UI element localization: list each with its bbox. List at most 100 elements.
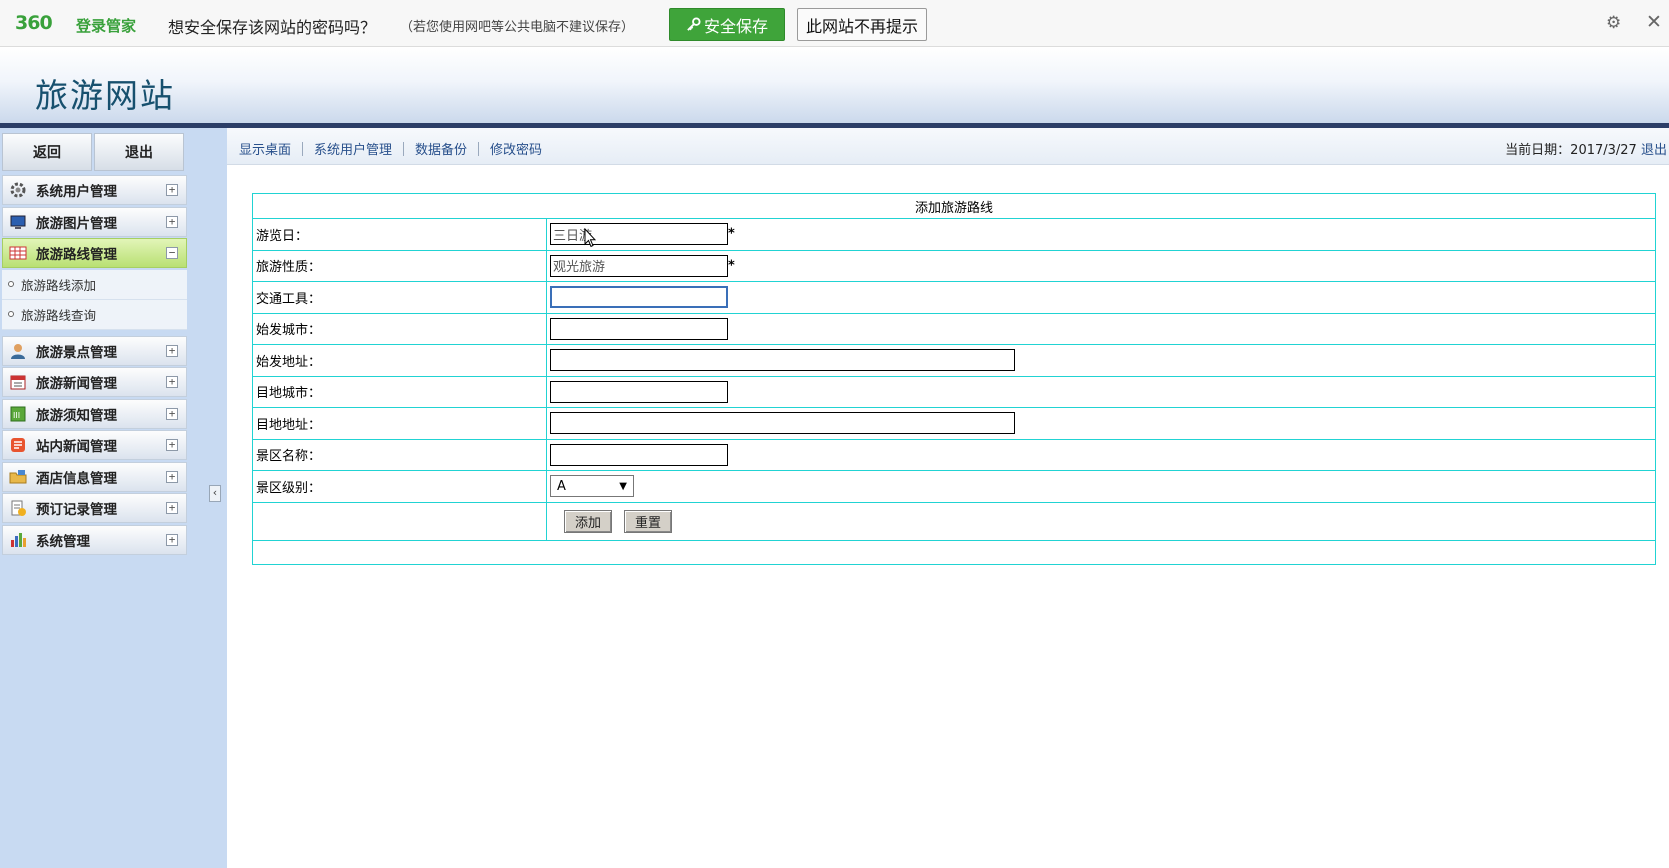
- destination-city-input[interactable]: [550, 380, 728, 403]
- gear-icon[interactable]: ⚙: [1606, 15, 1623, 32]
- sidebar-item-travel-news[interactable]: 旅游新闻管理 +: [2, 367, 187, 397]
- form-row: 景区名称：: [252, 438, 1656, 471]
- expand-icon[interactable]: +: [166, 470, 178, 483]
- expand-icon[interactable]: +: [166, 215, 178, 228]
- sidebar-item-label: 酒店信息管理: [36, 470, 117, 487]
- field-label: 游览日：: [252, 218, 547, 251]
- person-icon: [8, 341, 28, 361]
- mouse-cursor-icon: [584, 228, 596, 248]
- expand-icon[interactable]: +: [166, 439, 178, 451]
- tour-duration-input[interactable]: [550, 223, 728, 246]
- folder-icon: [8, 467, 28, 487]
- site-title: 旅游网站: [35, 76, 175, 115]
- field-label: 景区级别：: [252, 470, 547, 503]
- sidebar-item-site-news[interactable]: 站内新闻管理 +: [2, 430, 187, 460]
- required-marker: *: [728, 226, 735, 242]
- link-system-users[interactable]: 系统用户管理: [314, 139, 392, 158]
- sidebar-item-travel-images[interactable]: 旅游图片管理 +: [2, 206, 187, 237]
- add-button[interactable]: 添加: [564, 509, 612, 533]
- link-show-desktop[interactable]: 显示桌面: [239, 139, 291, 158]
- form-row: 目地地址：: [252, 407, 1656, 440]
- form-row: 游览日： *: [252, 218, 1656, 251]
- svg-text:III: III: [13, 411, 20, 420]
- scenic-name-input[interactable]: [550, 443, 728, 466]
- dropdown-arrow-icon: ▼: [619, 480, 627, 492]
- field-label: 景区名称：: [252, 438, 547, 471]
- note-icon: III: [8, 404, 28, 424]
- form-row: 始发地址：: [252, 344, 1656, 377]
- key-icon: [687, 17, 701, 31]
- link-data-backup[interactable]: 数据备份: [415, 139, 467, 158]
- form-row: 景区级别： A ▼: [252, 470, 1656, 503]
- sidebar-top-buttons: 返回 退出: [2, 133, 186, 171]
- expand-icon[interactable]: +: [166, 502, 178, 514]
- departure-city-input[interactable]: [550, 317, 728, 340]
- bar-chart-icon: [8, 530, 28, 550]
- link-separator: [302, 141, 304, 156]
- submenu-item-label: 旅游路线添加: [21, 277, 97, 293]
- expand-icon[interactable]: +: [166, 344, 178, 357]
- sidebar-item-hotel-info[interactable]: 酒店信息管理 +: [2, 461, 187, 492]
- tour-type-input[interactable]: [550, 254, 728, 277]
- login-manager-label: 登录管家: [76, 17, 137, 35]
- sidebar-item-system-users[interactable]: 系统用户管理 +: [2, 175, 187, 205]
- departure-address-input[interactable]: [550, 349, 1015, 372]
- sidebar-item-booking-records[interactable]: 预订记录管理 +: [2, 493, 187, 523]
- add-route-form: 添加旅游路线 游览日： * 旅游性质： * 交通工具： 始发城市： 始发地址： …: [252, 193, 1656, 565]
- sidebar: 返回 退出 系统用户管理 + 旅游图片管理 + 旅游路线管理 − 旅游路线添加 …: [0, 128, 188, 868]
- exit-button[interactable]: 退出: [94, 133, 184, 171]
- current-date-area: 当前日期：2017/3/27 退出: [1505, 139, 1667, 158]
- reset-button[interactable]: 重置: [624, 509, 672, 533]
- sidebar-item-label: 系统管理: [36, 533, 90, 550]
- required-marker: *: [728, 258, 735, 274]
- collapse-sidebar-icon[interactable]: ‹: [209, 485, 221, 502]
- field-label: 旅游性质：: [252, 249, 547, 282]
- sidebar-item-travel-routes[interactable]: 旅游路线管理 −: [2, 238, 187, 268]
- sidebar-item-label: 旅游路线管理: [36, 247, 117, 263]
- sidebar-item-label: 旅游景点管理: [36, 344, 117, 361]
- clipboard-icon: [8, 498, 28, 518]
- logout-link[interactable]: 退出: [1641, 143, 1667, 158]
- expand-icon[interactable]: +: [166, 184, 178, 196]
- expand-icon[interactable]: +: [166, 407, 178, 420]
- form-footer-row: [252, 539, 1656, 565]
- monitor-icon: [8, 212, 28, 232]
- field-label: 交通工具：: [252, 281, 547, 314]
- top-navigation: 显示桌面 系统用户管理 数据备份 修改密码 当前日期：2017/3/27 退出: [227, 128, 1669, 165]
- save-password-button[interactable]: 安全保存: [669, 8, 785, 41]
- selected-value: A: [557, 478, 566, 494]
- current-date: 当前日期：2017/3/27: [1505, 143, 1637, 158]
- sidebar-menu: 系统用户管理 + 旅游图片管理 + 旅游路线管理 − 旅游路线添加 旅游路线查询…: [2, 175, 187, 556]
- link-change-password[interactable]: 修改密码: [490, 139, 542, 158]
- submenu-item-query-route[interactable]: 旅游路线查询: [2, 300, 187, 330]
- close-icon[interactable]: ✕: [1646, 13, 1662, 32]
- sidebar-item-system-admin[interactable]: 系统管理 +: [2, 524, 187, 555]
- main-content: 显示桌面 系统用户管理 数据备份 修改密码 当前日期：2017/3/27 退出 …: [227, 128, 1669, 868]
- form-actions-row: 添加 重置: [252, 501, 1656, 541]
- destination-address-input[interactable]: [550, 412, 1015, 435]
- sidebar-item-travel-notices[interactable]: III 旅游须知管理 +: [2, 398, 187, 429]
- form-caption: 添加旅游路线: [252, 193, 1656, 219]
- sidebar-item-scenic-spots[interactable]: 旅游景点管理 +: [2, 335, 187, 366]
- sidebar-item-label: 旅游新闻管理: [36, 376, 117, 392]
- sidebar-splitter: ‹: [188, 128, 227, 868]
- link-separator: [403, 141, 405, 156]
- scenic-level-select[interactable]: A ▼: [550, 475, 634, 498]
- back-button[interactable]: 返回: [2, 133, 92, 171]
- calendar-icon: [8, 372, 28, 392]
- transport-input[interactable]: [550, 286, 728, 309]
- site-header: 旅游网站: [0, 47, 1669, 123]
- collapse-icon[interactable]: −: [166, 247, 178, 259]
- never-prompt-button[interactable]: 此网站不再提示: [797, 8, 927, 41]
- sidebar-item-label: 系统用户管理: [36, 184, 117, 200]
- sidebar-item-label: 旅游须知管理: [36, 407, 117, 424]
- bullet-icon: [8, 281, 14, 287]
- gear-icon: [8, 180, 28, 200]
- sidebar-item-label: 预订记录管理: [36, 502, 117, 518]
- form-row: 目地城市：: [252, 375, 1656, 408]
- field-label: 目地城市：: [252, 375, 547, 408]
- expand-icon[interactable]: +: [166, 376, 178, 388]
- 360-logo: 360: [15, 12, 53, 34]
- submenu-item-add-route[interactable]: 旅游路线添加: [2, 270, 187, 300]
- expand-icon[interactable]: +: [166, 533, 178, 546]
